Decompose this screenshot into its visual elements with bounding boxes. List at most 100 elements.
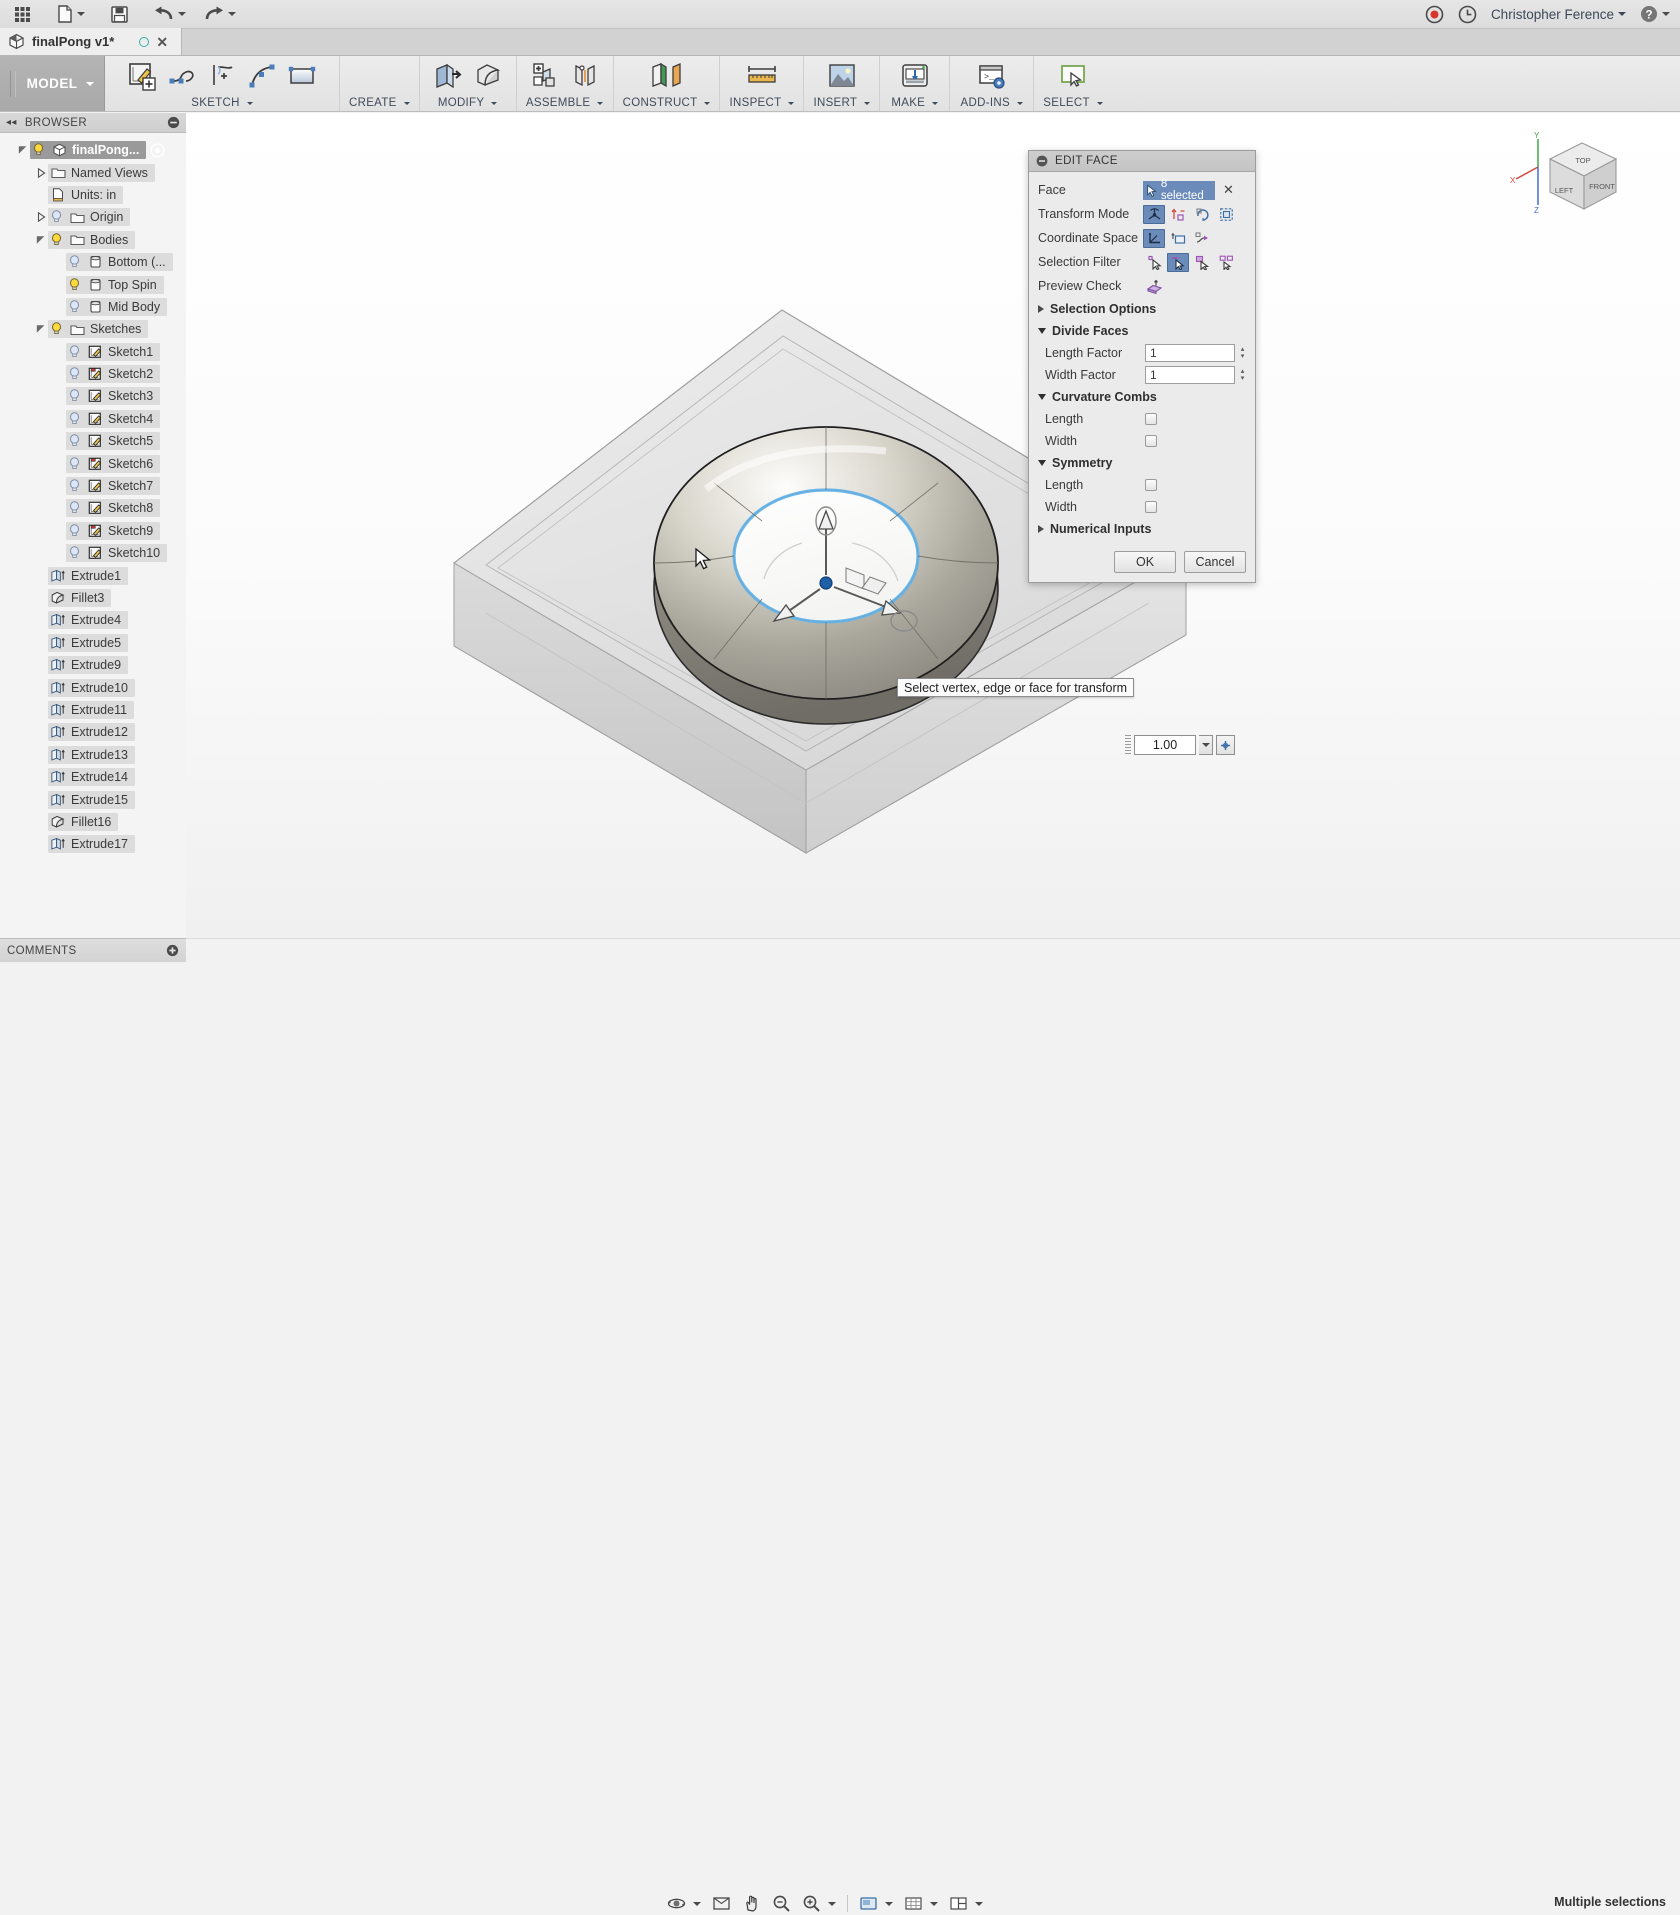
view-cube[interactable]: Y X Z TOP LEFT FRONT [1508,131,1628,241]
tree-item-chip[interactable]: Extrude1 [48,566,129,585]
ribbon-group-create-label[interactable]: CREATE [349,97,410,109]
tree-expand-arrow-collapsed[interactable] [34,167,48,178]
section-selection-options[interactable]: Selection Options [1029,298,1255,320]
browser-collapse-button[interactable]: ◂◂ [6,117,17,128]
tree-item-chip[interactable]: Named Views [48,163,155,182]
value-input-grip[interactable] [1125,735,1131,755]
visibility-bulb-off-icon[interactable] [68,389,82,403]
minus-circle-icon[interactable] [1036,155,1048,167]
ok-button[interactable]: OK [1114,551,1176,573]
tree-item-chip[interactable]: Extrude15 [48,790,135,809]
tree-item-chip[interactable]: Top Spin [66,275,164,294]
section-symmetry[interactable]: Symmetry [1029,452,1255,474]
sketch-spline-button[interactable] [243,59,281,93]
clear-selection-button[interactable]: ✕ [1223,182,1234,198]
tree-item-chip[interactable]: Extrude14 [48,768,135,787]
visibility-bulb-off-icon[interactable] [50,210,64,224]
cancel-button[interactable]: Cancel [1184,551,1246,573]
tree-item-bodies[interactable]: Bodies [0,229,186,251]
visibility-bulb-on-icon[interactable] [50,232,64,247]
visibility-bulb-off-icon[interactable] [68,434,82,448]
tree-item-chip[interactable]: Units: in [48,185,124,204]
tree-item-sketch7[interactable]: Sketch7 [0,475,186,497]
job-status-clock-icon[interactable] [1458,5,1477,24]
width-factor-stepper[interactable]: ▴ ▾ [1238,366,1247,384]
ribbon-group-select-label[interactable]: SELECT [1043,97,1103,109]
tree-item-finalpong[interactable]: finalPong... [0,139,186,161]
tree-item-chip[interactable]: Extrude13 [48,745,135,764]
document-tab[interactable]: finalPong v1* ✕ [0,28,182,55]
tree-item-units-in[interactable]: Units: in [0,184,186,206]
canvas-viewport[interactable]: Select vertex, edge or face for transfor… [186,113,1680,938]
select-button[interactable] [1054,59,1092,93]
tree-item-extrude5[interactable]: Extrude5 [0,632,186,654]
visibility-bulb-off-icon[interactable] [68,255,82,269]
sketch-rectangle-button[interactable] [283,59,321,93]
3d-print-button[interactable] [896,59,934,93]
curvature-length-checkbox[interactable] [1145,413,1157,425]
global-space-icon[interactable] [1143,228,1165,248]
tree-expand-arrow-expanded[interactable] [16,145,30,155]
visibility-bulb-off-icon[interactable] [68,524,82,538]
create-sketch-button[interactable] [123,59,161,93]
visibility-bulb-off-icon[interactable] [68,479,82,493]
tree-item-chip[interactable]: Extrude4 [48,611,129,630]
tree-item-mid-body[interactable]: Mid Body [0,296,186,318]
insert-image-button[interactable] [823,59,861,93]
visibility-bulb-on-icon[interactable] [68,277,82,292]
tree-item-extrude10[interactable]: Extrude10 [0,676,186,698]
tree-expand-arrow-expanded[interactable] [34,235,48,245]
save-button[interactable] [105,1,134,27]
zoom-button[interactable] [768,1892,795,1915]
workspace-switcher-model[interactable]: MODEL [0,56,105,111]
record-button[interactable] [1425,5,1444,24]
zoom-window-button[interactable] [798,1892,840,1915]
ribbon-group-assemble-label[interactable]: ASSEMBLE [526,97,604,109]
grid-snap-button[interactable] [900,1892,942,1915]
tree-item-extrude1[interactable]: Extrude1 [0,564,186,586]
ribbon-group-make-label[interactable]: MAKE [891,97,939,109]
section-curvature-combs[interactable]: Curvature Combs [1029,386,1255,408]
joint-button[interactable] [566,59,604,93]
tree-item-chip[interactable]: Extrude17 [48,835,135,854]
minus-circle-icon[interactable] [167,116,180,129]
look-at-button[interactable] [708,1892,735,1915]
visibility-bulb-off-icon[interactable] [68,367,82,381]
tree-item-origin[interactable]: Origin [0,206,186,228]
ribbon-group-inspect-label[interactable]: INSPECT [730,97,795,109]
tree-item-extrude12[interactable]: Extrude12 [0,721,186,743]
tree-item-chip[interactable]: Bodies [48,230,136,249]
tree-item-chip[interactable]: Extrude9 [48,656,129,675]
help-menu-button[interactable]: ? [1640,5,1670,23]
ribbon-group-sketch-label[interactable]: SKETCH [191,97,253,109]
length-factor-input[interactable]: 1 [1145,344,1235,362]
group-filter-icon[interactable] [1215,253,1237,272]
face-filter-icon[interactable] [1191,253,1213,272]
tree-expand-arrow-expanded[interactable] [34,324,48,334]
ribbon-group-construct-label[interactable]: CONSTRUCT [623,97,711,109]
tree-item-chip[interactable]: Sketch2 [66,365,161,384]
new-file-button[interactable] [51,1,91,27]
tree-item-extrude14[interactable]: Extrude14 [0,766,186,788]
ribbon-group-addins-label[interactable]: ADD-INS [961,97,1023,109]
tree-item-chip[interactable]: Extrude11 [48,700,135,719]
add-comment-icon[interactable] [166,944,179,957]
tree-item-chip[interactable]: Mid Body [66,297,168,316]
redo-button[interactable] [198,1,242,27]
tree-item-extrude4[interactable]: Extrude4 [0,609,186,631]
section-divide-faces[interactable]: Divide Faces [1029,320,1255,342]
tree-item-fillet16[interactable]: Fillet16 [0,811,186,833]
view-space-icon[interactable] [1167,229,1189,248]
visibility-bulb-off-icon[interactable] [68,344,82,359]
user-account-menu[interactable]: Christopher Ference [1491,7,1626,22]
tree-item-extrude15[interactable]: Extrude15 [0,788,186,810]
length-factor-stepper[interactable]: ▴ ▾ [1238,344,1247,362]
lock-ratio-icon[interactable] [1216,735,1235,755]
tree-item-sketch1[interactable]: Sketch1 [0,341,186,363]
viewports-button[interactable] [945,1892,987,1915]
orbit-button[interactable] [663,1892,705,1915]
new-component-button[interactable] [526,59,564,93]
tree-item-extrude9[interactable]: Extrude9 [0,654,186,676]
fillet-button[interactable] [469,59,507,93]
ribbon-group-modify-label[interactable]: MODIFY [438,97,498,109]
